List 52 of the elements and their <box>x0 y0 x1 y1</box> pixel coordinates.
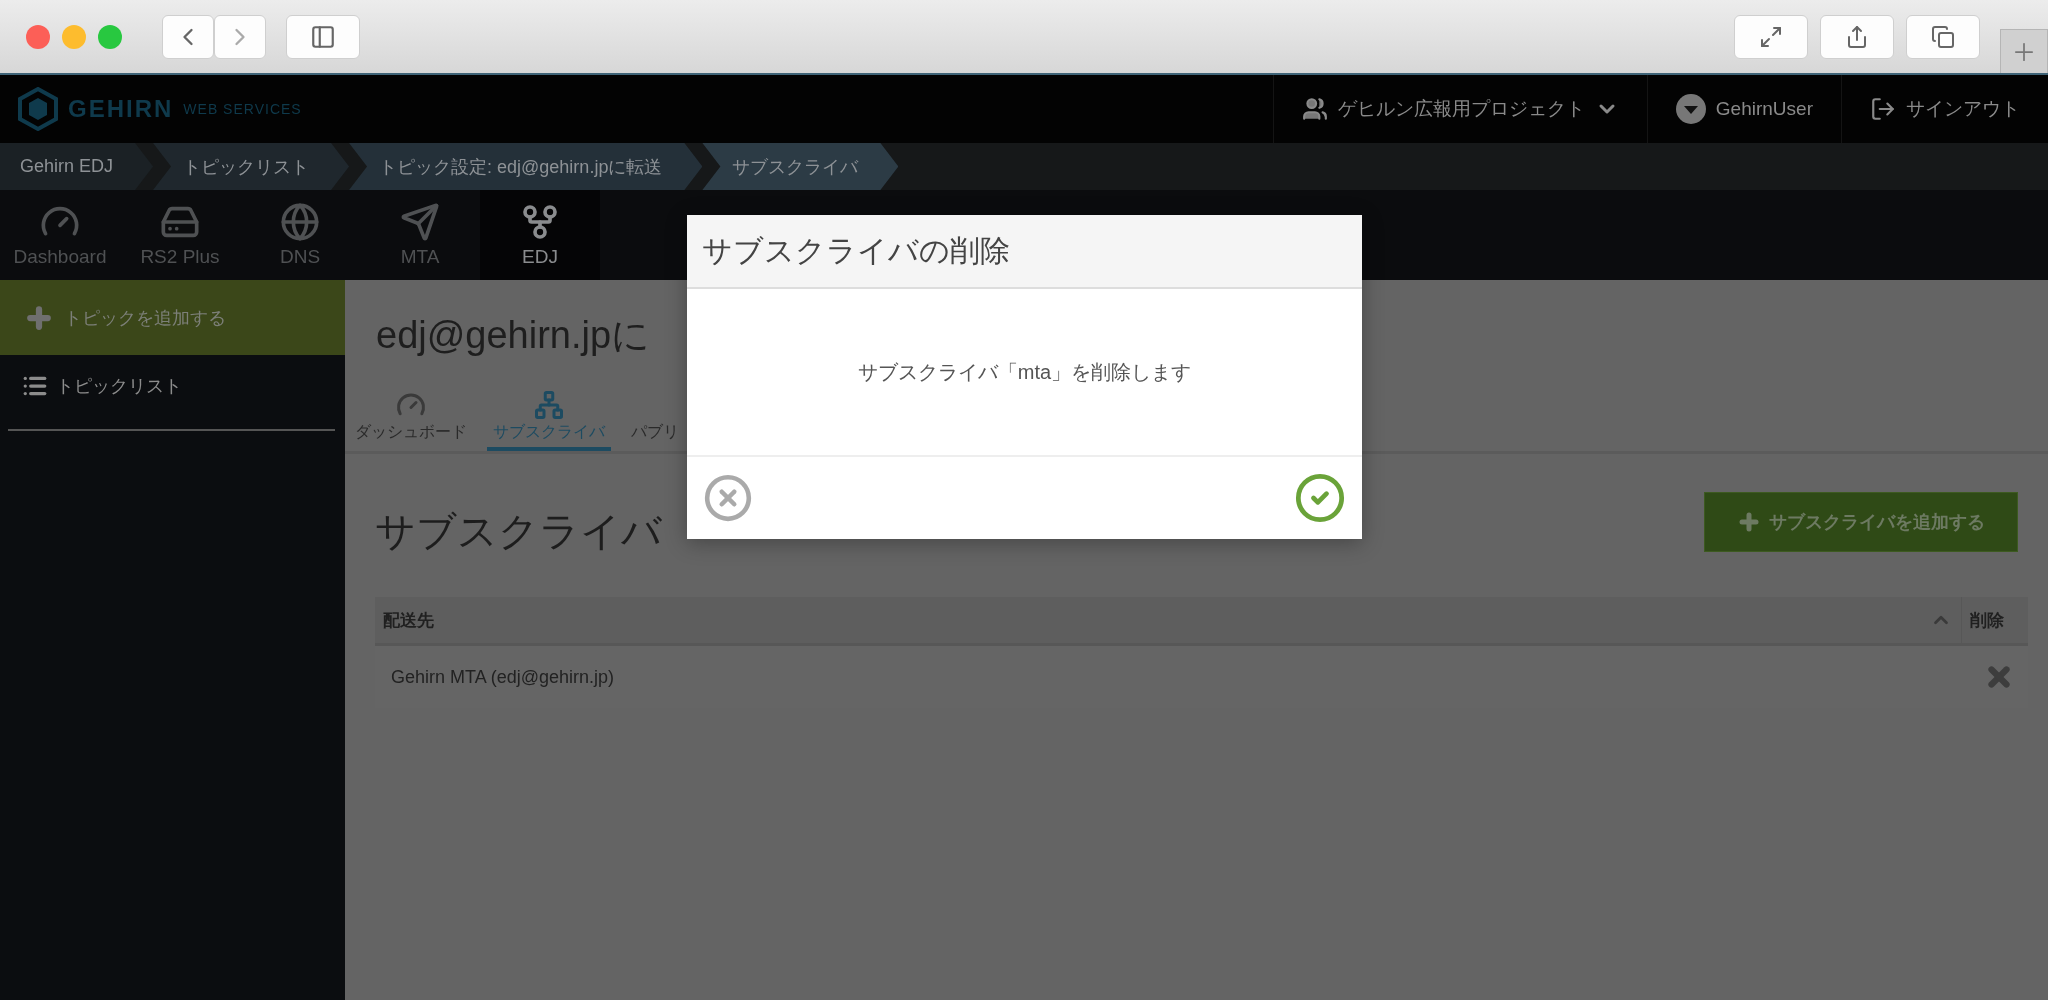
table-cell-text: Gehirn MTA (edj@gehirn.jp) <box>390 666 616 688</box>
sidebar-icon <box>310 23 336 50</box>
breadcrumb-item[interactable]: トピック設定: edj@gehirn.jpに転送 <box>349 143 703 190</box>
paper-plane-icon <box>400 202 440 242</box>
dialog-title: サブスクライバの削除 <box>687 215 1362 289</box>
page-tab[interactable]: パブリ <box>625 422 685 451</box>
sidebar-item[interactable]: トピックリスト <box>0 355 345 417</box>
close-window-icon[interactable] <box>26 24 50 49</box>
share-icon <box>1845 24 1869 49</box>
fork-icon <box>520 202 560 242</box>
users-icon <box>1301 96 1328 122</box>
service-tab[interactable]: Dashboard <box>0 190 120 280</box>
sidebar-toggle-button[interactable] <box>286 14 360 59</box>
cancel-button[interactable] <box>703 473 753 523</box>
share-button[interactable] <box>1820 14 1894 59</box>
door-exit-icon <box>1870 96 1896 122</box>
avatar-icon <box>1675 94 1706 124</box>
signout-label: サインアウト <box>1906 97 2020 121</box>
zoom-window-icon[interactable] <box>98 24 122 49</box>
back-button[interactable] <box>162 14 214 59</box>
user-name: GehirnUser <box>1715 98 1813 120</box>
sitemap-icon <box>534 390 564 420</box>
breadcrumb-item[interactable]: トピックリスト <box>153 143 350 190</box>
expand-icon <box>1759 24 1783 49</box>
cancel-icon <box>703 473 753 523</box>
globe-icon <box>280 202 320 242</box>
service-tab[interactable]: DNS <box>240 190 360 280</box>
copy-icon <box>1931 24 1955 49</box>
page-tab[interactable]: サブスクライバ <box>487 390 611 451</box>
check-icon <box>1294 472 1346 524</box>
add-subscriber-button[interactable]: サブスクライバを追加する <box>1704 491 2018 552</box>
service-tab[interactable]: EDJ <box>480 190 600 280</box>
fullscreen-button[interactable] <box>1734 14 1808 59</box>
page-title: edj@gehirn.jpに <box>376 313 651 358</box>
tabs-button[interactable] <box>1906 14 1980 59</box>
logo-name: GEHIRN <box>68 95 174 123</box>
service-tab[interactable]: RS2 Plus <box>120 190 240 280</box>
column-header: 削除 <box>1969 609 2005 632</box>
logo-tagline: WEB SERVICES <box>183 101 302 117</box>
minimize-window-icon[interactable] <box>62 24 86 49</box>
breadcrumb-item[interactable]: Gehirn EDJ <box>0 143 154 190</box>
project-name: ゲヒルン広報用プロジェクト <box>1337 97 1585 121</box>
section-title: サブスクライバ <box>375 508 662 555</box>
column-header[interactable]: 配送先 <box>375 608 1921 632</box>
forward-button[interactable] <box>214 14 266 59</box>
add-topic-button[interactable]: トピックを追加する <box>0 280 345 355</box>
hexagon-logo-icon <box>18 87 58 131</box>
confirm-button[interactable] <box>1294 472 1346 524</box>
service-tab[interactable]: MTA <box>360 190 480 280</box>
breadcrumb-item[interactable]: サブスクライバ <box>702 143 899 190</box>
dialog-message: サブスクライバ「mta」を削除します <box>857 359 1192 385</box>
new-tab-button[interactable] <box>2000 29 2048 73</box>
